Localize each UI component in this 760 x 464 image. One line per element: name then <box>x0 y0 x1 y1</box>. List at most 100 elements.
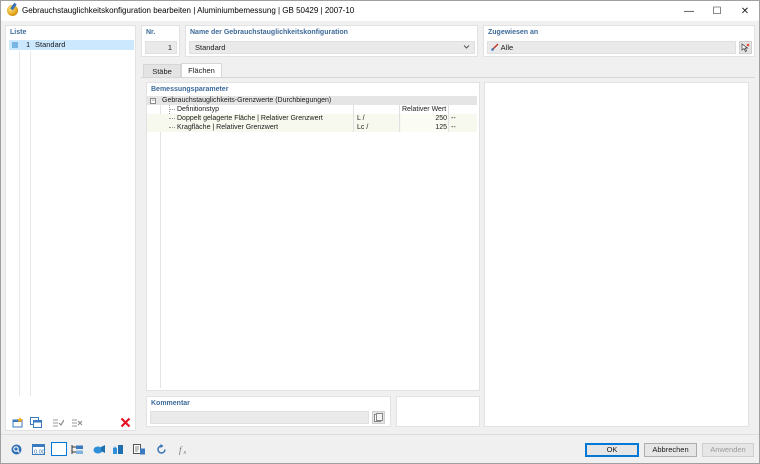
assigned-value: Alle <box>500 43 514 52</box>
param-symbol: Lc / <box>357 124 369 131</box>
select-objects-button[interactable] <box>739 41 752 54</box>
units-button[interactable]: 0.00 <box>30 442 46 456</box>
blank-view-icon <box>54 445 64 454</box>
config-name-select[interactable]: Standard <box>189 41 475 54</box>
list-heading: Liste <box>10 29 27 36</box>
dialog-window: Gebrauchstauglichkeitskonfiguration bear… <box>0 0 760 464</box>
comment-library-button[interactable] <box>372 411 385 424</box>
params-grid: − Gebrauchstauglichkeits-Grenzwerte (Dur… <box>147 96 479 386</box>
param-unit: -- <box>451 115 456 122</box>
close-button[interactable]: ✕ <box>731 1 759 21</box>
param-symbol: L / <box>357 115 365 122</box>
uncheck-list-icon <box>71 417 83 428</box>
render-button[interactable] <box>91 442 107 456</box>
list-guide-line <box>19 51 20 396</box>
check-all-button[interactable] <box>50 415 66 429</box>
help-button[interactable] <box>8 442 24 456</box>
config-name-value: Standard <box>195 43 226 52</box>
reset-button[interactable] <box>153 442 169 456</box>
assigned-field[interactable]: Alle <box>487 41 736 54</box>
tree-connector <box>169 127 175 128</box>
window-title: Gebrauchstauglichkeitskonfiguration bear… <box>22 6 355 15</box>
bottom-separator <box>1 434 759 435</box>
structure-button[interactable] <box>69 442 85 456</box>
comment-field[interactable] <box>150 411 369 424</box>
tab-flaechen[interactable]: Flächen <box>181 63 222 78</box>
param-row[interactable]: Doppelt gelagerte Fläche | Relativer Gre… <box>147 114 477 123</box>
column-separator <box>353 105 354 132</box>
refresh-icon <box>156 443 167 455</box>
title-bar: Gebrauchstauglichkeitskonfiguration bear… <box>1 1 759 21</box>
param-value-field[interactable]: 125 <box>401 123 447 132</box>
config-name-panel: Name der Gebrauchstauglichkeitskonfigura… <box>185 25 478 57</box>
param-group-label: Gebrauchstauglichkeits-Grenzwerte (Durch… <box>162 97 332 104</box>
delete-icon <box>120 417 131 428</box>
param-row[interactable]: Definitionstyp Relativer Wert <box>147 105 477 114</box>
list-item-number: 1 <box>26 40 31 49</box>
params-heading: Bemessungsparameter <box>151 86 229 93</box>
param-value: Relativer Wert <box>402 106 447 113</box>
svg-text:0.00: 0.00 <box>34 449 45 455</box>
param-unit: -- <box>451 124 456 131</box>
maximize-button[interactable]: ☐ <box>703 1 731 21</box>
svg-text:f: f <box>179 445 183 455</box>
search-icon <box>11 444 22 455</box>
render-icon <box>93 444 106 455</box>
chevron-down-icon <box>463 42 470 55</box>
comment-side-panel <box>396 396 480 427</box>
delete-item-button[interactable] <box>117 415 133 429</box>
close-icon: ✕ <box>740 5 750 17</box>
library-icon <box>374 413 383 422</box>
list-item[interactable]: 1 Standard <box>9 40 134 50</box>
new-item-button[interactable] <box>10 415 26 429</box>
collapse-icon[interactable]: − <box>150 98 156 104</box>
apply-button[interactable]: Anwenden <box>702 443 754 457</box>
param-label: Definitionstyp <box>177 106 220 113</box>
model-icon <box>112 444 125 455</box>
ok-button[interactable]: OK <box>585 443 639 457</box>
comment-panel: Kommentar <box>146 396 391 427</box>
list-item-color-icon <box>12 42 18 48</box>
app-icon <box>7 5 18 16</box>
param-group-row[interactable]: − Gebrauchstauglichkeits-Grenzwerte (Dur… <box>147 96 477 105</box>
param-value-field[interactable]: 250 <box>401 114 447 123</box>
param-row[interactable]: Kragfläche | Relativer Grenzwert Lc / 12… <box>147 123 477 132</box>
column-separator <box>399 105 400 132</box>
nr-heading: Nr. <box>146 29 156 36</box>
tab-staebe[interactable]: Stäbe <box>143 64 181 78</box>
model-button[interactable] <box>110 442 126 456</box>
export-button[interactable] <box>131 442 147 456</box>
list-guide-line <box>30 51 31 396</box>
member-icon <box>491 43 499 51</box>
structure-icon <box>71 444 84 455</box>
nr-panel: Nr. 1 <box>141 25 180 57</box>
comment-heading: Kommentar <box>151 400 190 407</box>
export-icon <box>132 443 146 455</box>
tab-divider <box>141 77 755 78</box>
param-label: Doppelt gelagerte Fläche | Relativer Gre… <box>177 115 323 122</box>
uncheck-all-button[interactable] <box>69 415 85 429</box>
list-item-label: Standard <box>35 40 66 49</box>
view-toggle-button[interactable] <box>51 442 67 456</box>
minimize-icon: — <box>684 5 694 17</box>
check-list-icon <box>52 417 65 428</box>
column-separator <box>448 105 449 132</box>
tree-connector <box>169 118 175 119</box>
minimize-button[interactable]: — <box>675 1 703 21</box>
svg-text:x: x <box>183 450 187 455</box>
assigned-heading: Zugewiesen an <box>488 29 539 36</box>
copy-item-button[interactable] <box>28 415 44 429</box>
maximize-icon: ☐ <box>712 5 722 17</box>
copy-icon <box>30 416 42 428</box>
cancel-button[interactable]: Abbrechen <box>644 443 697 457</box>
decimal-icon: 0.00 <box>31 443 45 455</box>
nr-field[interactable]: 1 <box>145 41 177 54</box>
formula-button[interactable]: fx <box>176 442 192 456</box>
params-panel: Bemessungsparameter − Gebrauchstauglichk… <box>146 82 480 391</box>
tree-connector <box>169 109 175 110</box>
param-label: Kragfläche | Relativer Grenzwert <box>177 124 279 131</box>
preview-panel <box>484 82 749 427</box>
list-panel: Liste 1 Standard <box>5 25 136 431</box>
function-icon: fx <box>178 444 190 456</box>
new-item-icon <box>12 416 24 428</box>
